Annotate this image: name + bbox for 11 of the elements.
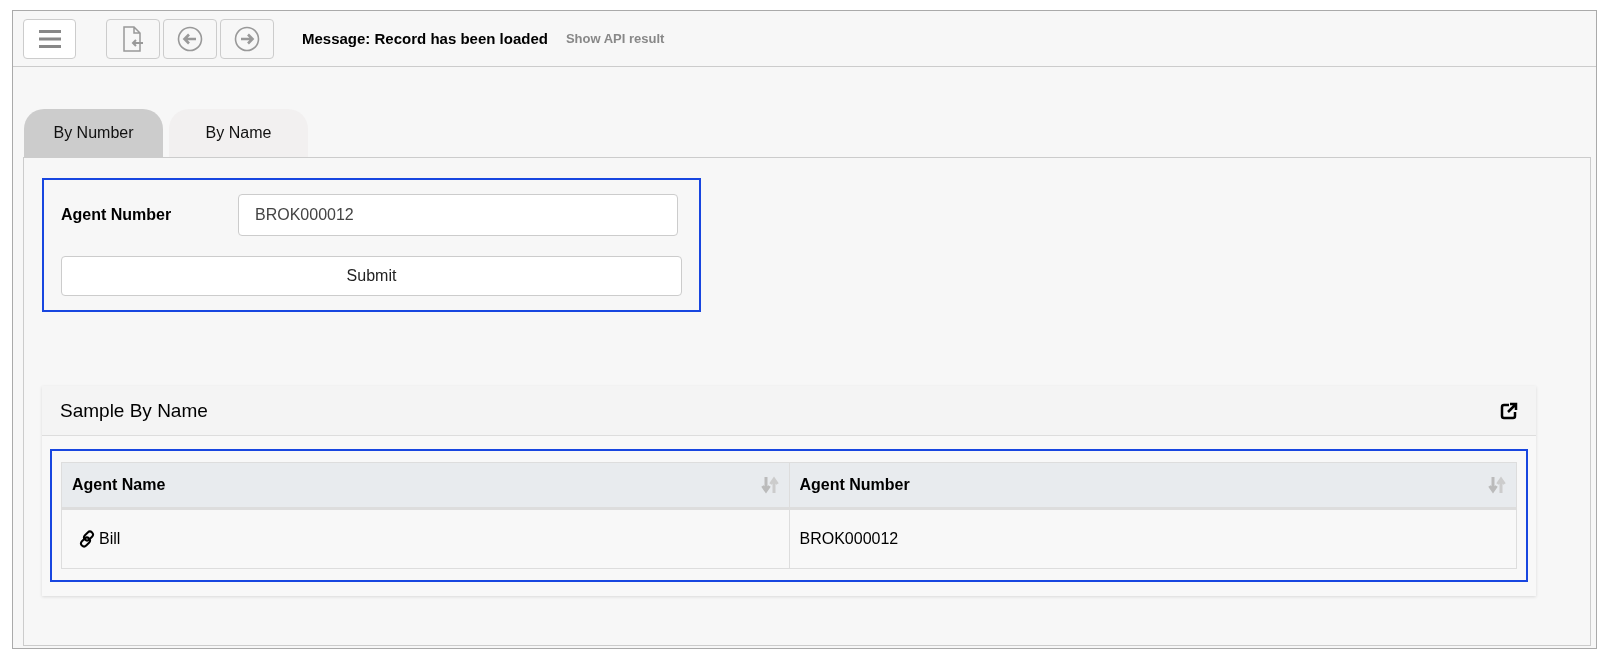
submit-button[interactable]: Submit xyxy=(61,256,682,296)
tab[interactable]: By Number xyxy=(24,109,163,157)
tab[interactable]: By Name xyxy=(169,109,308,157)
table-cell: BROK000012 xyxy=(799,530,899,547)
column-header[interactable]: Agent Name xyxy=(61,462,789,509)
column-header[interactable]: Agent Number xyxy=(789,462,1517,509)
status-message: Message: Record has been loaded xyxy=(302,30,548,47)
card-title: Sample By Name xyxy=(60,399,208,422)
agent-number-field[interactable]: BROK000012 xyxy=(238,194,678,236)
field-label: Agent Number xyxy=(61,206,173,224)
table-cell: Bill xyxy=(99,530,121,548)
